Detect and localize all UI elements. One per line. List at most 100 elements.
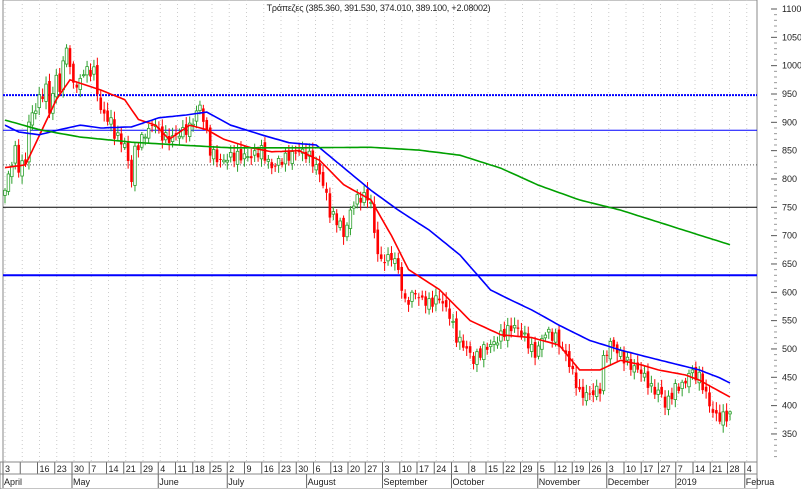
x-tick-label: 19 (574, 464, 584, 474)
candle-down (397, 258, 400, 270)
month-label: 2019 (677, 477, 697, 487)
candle-down (711, 409, 715, 413)
candle-down (106, 110, 109, 122)
candle-up (276, 158, 281, 166)
candle-down (646, 371, 650, 388)
candle-up (680, 381, 684, 389)
x-tick-label: 15 (488, 464, 498, 474)
y-tick-label: 350 (782, 429, 797, 439)
candle-up (225, 159, 229, 163)
x-tick-label: 23 (57, 464, 67, 474)
x-tick-label: 10 (626, 464, 636, 474)
candle-down (407, 300, 410, 305)
candle-up (547, 328, 551, 333)
candle-up (393, 258, 397, 264)
candle-up (543, 334, 548, 339)
candle-down (72, 63, 75, 83)
y-tick-label: 950 (782, 89, 797, 99)
candle-up (64, 47, 69, 65)
x-tick-label: 3 (609, 464, 614, 474)
candle-up (81, 74, 86, 77)
candle-up (482, 344, 486, 360)
candle-down (294, 152, 297, 154)
y-tick-label: 900 (782, 117, 797, 127)
candle-down (612, 339, 616, 347)
candle-down (321, 171, 325, 186)
candle-down (137, 145, 140, 151)
candle-down (328, 193, 332, 218)
x-tick-label: 3 (5, 464, 10, 474)
candle-up (584, 392, 589, 402)
candle-up (109, 117, 113, 125)
month-label: August (308, 477, 337, 487)
candle-down (715, 410, 718, 414)
candle-up (536, 345, 541, 357)
candle-down (725, 410, 728, 422)
candle-down (184, 124, 188, 135)
candle-down (99, 97, 103, 110)
candle-down (708, 392, 711, 407)
x-tick-label: 5 (540, 464, 545, 474)
candle-up (140, 134, 144, 148)
candle-up (266, 158, 271, 162)
x-tick-label: 16 (264, 464, 274, 474)
candle-up (458, 336, 462, 343)
candle-up (345, 224, 349, 238)
candle-down (431, 297, 434, 307)
candle-down (130, 159, 133, 182)
candle-down (718, 412, 722, 422)
candle-down (516, 327, 520, 329)
x-tick-label: 1 (454, 464, 459, 474)
candle-down (578, 386, 581, 390)
candle-down (704, 386, 708, 392)
candle-down (249, 156, 253, 159)
candle-down (256, 153, 260, 158)
x-tick-label: 30 (298, 464, 308, 474)
candle-down (219, 158, 222, 160)
x-tick-label: 6 (316, 464, 321, 474)
y-tick-label: 600 (782, 287, 797, 297)
candle-down (379, 254, 383, 259)
candle-up (690, 369, 695, 374)
candle-up (608, 341, 613, 360)
candle-up (594, 385, 599, 397)
x-tick-label: 9 (247, 464, 252, 474)
candle-down (660, 386, 663, 395)
candle-up (246, 156, 250, 159)
candle-up (410, 291, 414, 302)
candle-down (273, 165, 277, 167)
candle-up (529, 343, 534, 352)
candle-down (75, 84, 79, 88)
month-label: November (539, 477, 581, 487)
candle-up (355, 194, 359, 205)
candle-up (625, 356, 630, 361)
candle-up (6, 173, 11, 192)
x-tick-label: 4 (160, 464, 165, 474)
candle-up (656, 389, 660, 395)
x-tick-label: 29 (523, 464, 533, 474)
x-tick-label: 14 (109, 464, 119, 474)
candle-up (34, 110, 38, 114)
month-label: May (73, 477, 91, 487)
candle-up (92, 66, 96, 75)
candle-down (571, 365, 575, 370)
x-tick-label: 28 (730, 464, 740, 474)
candle-down (376, 229, 380, 255)
candle-down (311, 150, 315, 167)
candle-down (485, 346, 489, 350)
month-label: Februa (746, 477, 775, 487)
y-tick-label: 1000 (782, 61, 801, 71)
candle-up (331, 211, 336, 215)
candle-down (102, 109, 106, 114)
candle-up (434, 295, 438, 305)
y-tick-label: 750 (782, 202, 797, 212)
candle-up (495, 342, 500, 346)
candle-down (468, 346, 472, 353)
candle-up (352, 205, 356, 209)
candle-down (48, 80, 51, 114)
x-tick-label: 17 (643, 464, 653, 474)
candle-down (629, 359, 633, 370)
candle-up (506, 325, 510, 341)
candle-up (386, 254, 390, 262)
candle-down (126, 141, 130, 162)
